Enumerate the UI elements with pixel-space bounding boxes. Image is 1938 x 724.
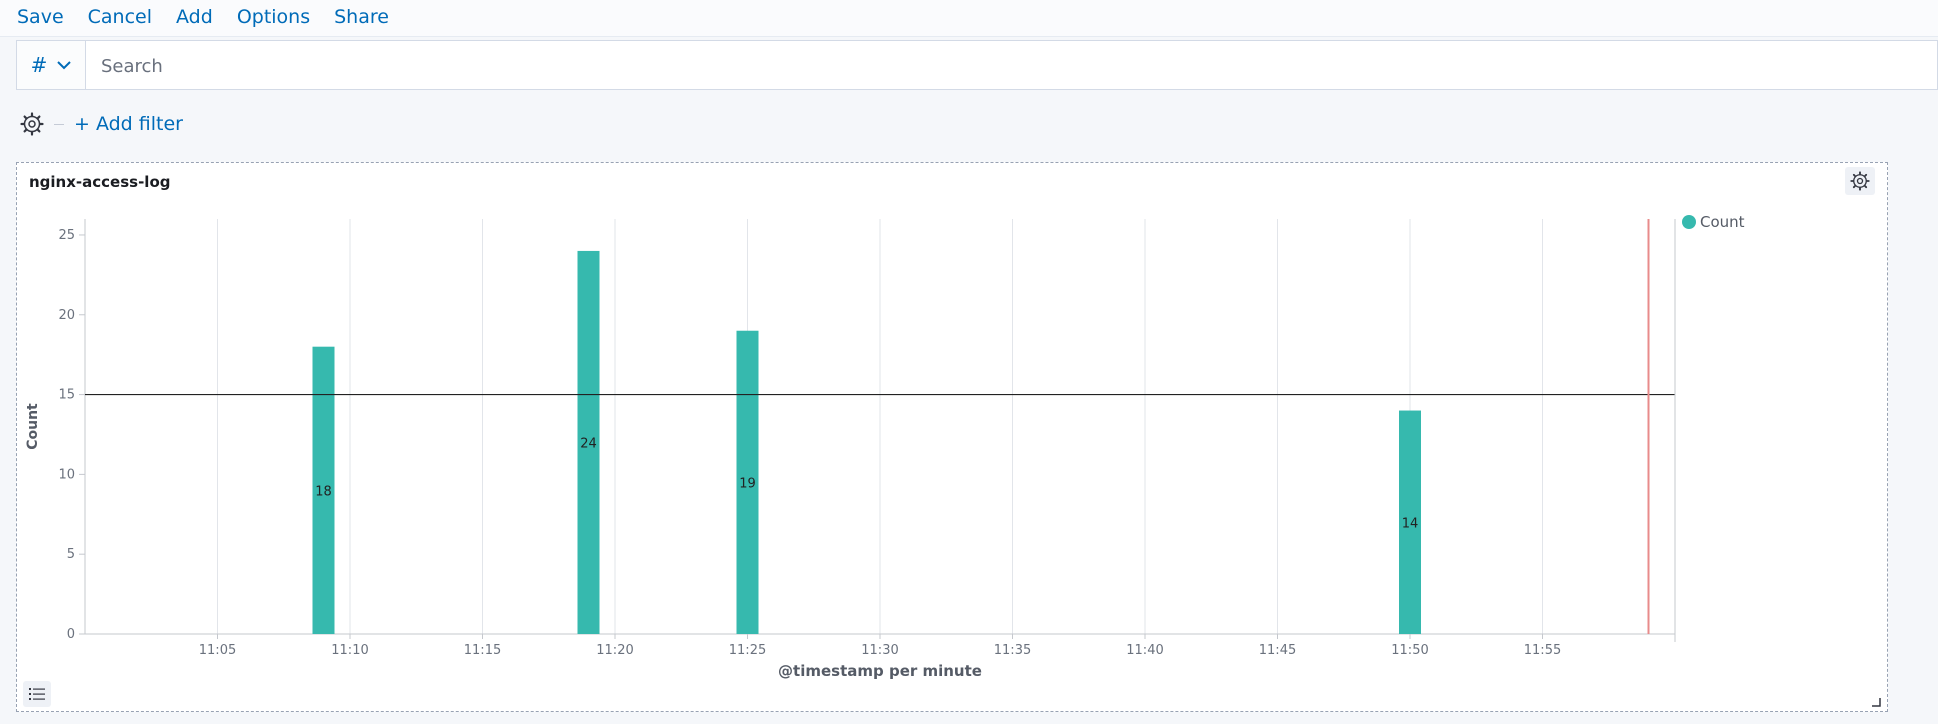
- bar-data-label: 14: [1402, 516, 1419, 531]
- top-nav-menu: Save Cancel Add Options Share: [17, 6, 389, 28]
- add-button[interactable]: Add: [176, 6, 213, 28]
- list-icon: [29, 688, 45, 700]
- options-button[interactable]: Options: [237, 6, 310, 28]
- bar-data-label: 18: [315, 484, 332, 499]
- legend-toggle-button[interactable]: [23, 681, 51, 707]
- y-tick-label: 20: [58, 308, 75, 323]
- legend-label: Count: [1700, 213, 1745, 231]
- bar-data-label: 19: [739, 476, 756, 491]
- y-tick-label: 5: [67, 547, 75, 562]
- x-tick-label: 11:25: [729, 643, 766, 658]
- x-axis-title: @timestamp per minute: [778, 662, 982, 680]
- share-button[interactable]: Share: [334, 6, 389, 28]
- save-button[interactable]: Save: [17, 6, 64, 28]
- chevron-down-icon: [57, 60, 72, 69]
- x-tick-label: 11:45: [1259, 643, 1296, 658]
- visualization-panel: nginx-access-log 0 5 10 15 20 25 11:05 11:10 11:…: [16, 162, 1888, 712]
- y-tick-label: 15: [58, 388, 75, 403]
- x-tick-label: 11:10: [331, 643, 368, 658]
- gear-icon[interactable]: [20, 112, 44, 136]
- x-tick-label: 11:15: [464, 643, 501, 658]
- y-axis-title: Count: [25, 403, 41, 450]
- x-tick-label: 11:20: [596, 643, 633, 658]
- x-tick-label: 11:50: [1391, 643, 1428, 658]
- y-tick-label: 0: [67, 627, 75, 642]
- legend-swatch: [1682, 215, 1696, 229]
- bar-data-label: 24: [580, 436, 597, 451]
- x-tick-label: 11:40: [1126, 643, 1163, 658]
- query-language-symbol: #: [30, 53, 48, 77]
- y-tick-label: 10: [58, 467, 75, 482]
- add-filter-link[interactable]: + Add filter: [74, 113, 183, 135]
- filter-row: + Add filter: [20, 108, 183, 140]
- filter-divider: [54, 123, 64, 125]
- resize-handle-icon[interactable]: [1871, 697, 1881, 707]
- top-nav: Save Cancel Add Options Share: [0, 0, 1938, 37]
- query-language-button[interactable]: #: [17, 41, 86, 89]
- cancel-button[interactable]: Cancel: [88, 6, 152, 28]
- bar-chart: 0 5 10 15 20 25 11:05 11:10 11:15 11:20 11:25 11:30…: [25, 213, 1745, 680]
- x-tick-label: 11:30: [861, 643, 898, 658]
- x-tick-label: 11:05: [199, 643, 236, 658]
- x-tick-label: 11:35: [994, 643, 1031, 658]
- x-tick-label: 11:55: [1524, 643, 1561, 658]
- search-input[interactable]: [99, 51, 1903, 81]
- query-bar: #: [16, 40, 1938, 90]
- y-tick-label: 25: [58, 228, 75, 243]
